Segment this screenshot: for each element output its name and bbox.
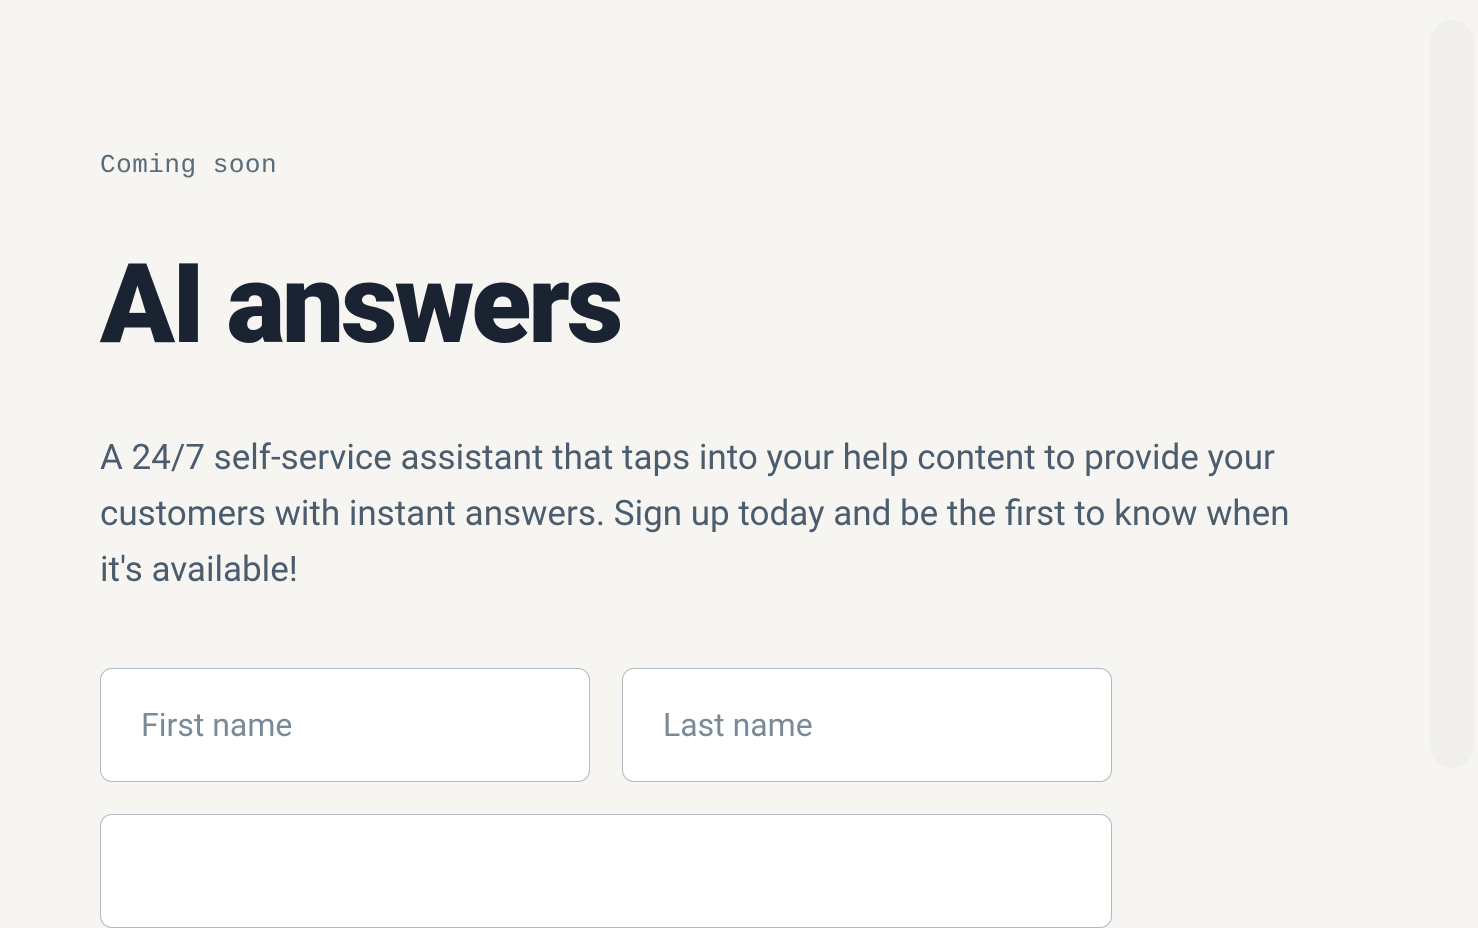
page-description: A 24/7 self-service assistant that taps … (100, 430, 1320, 598)
scrollbar-thumb[interactable] (1430, 20, 1474, 768)
eyebrow-label: Coming soon (100, 150, 1320, 180)
last-name-input[interactable] (622, 668, 1112, 782)
form-row-names (100, 668, 1320, 782)
first-name-input[interactable] (100, 668, 590, 782)
page-headline: AI answers (100, 250, 1320, 360)
form-row-next (100, 814, 1320, 928)
scrollbar-track (1426, 20, 1478, 768)
main-content: Coming soon AI answers A 24/7 self-servi… (0, 0, 1420, 928)
next-input[interactable] (100, 814, 1112, 928)
